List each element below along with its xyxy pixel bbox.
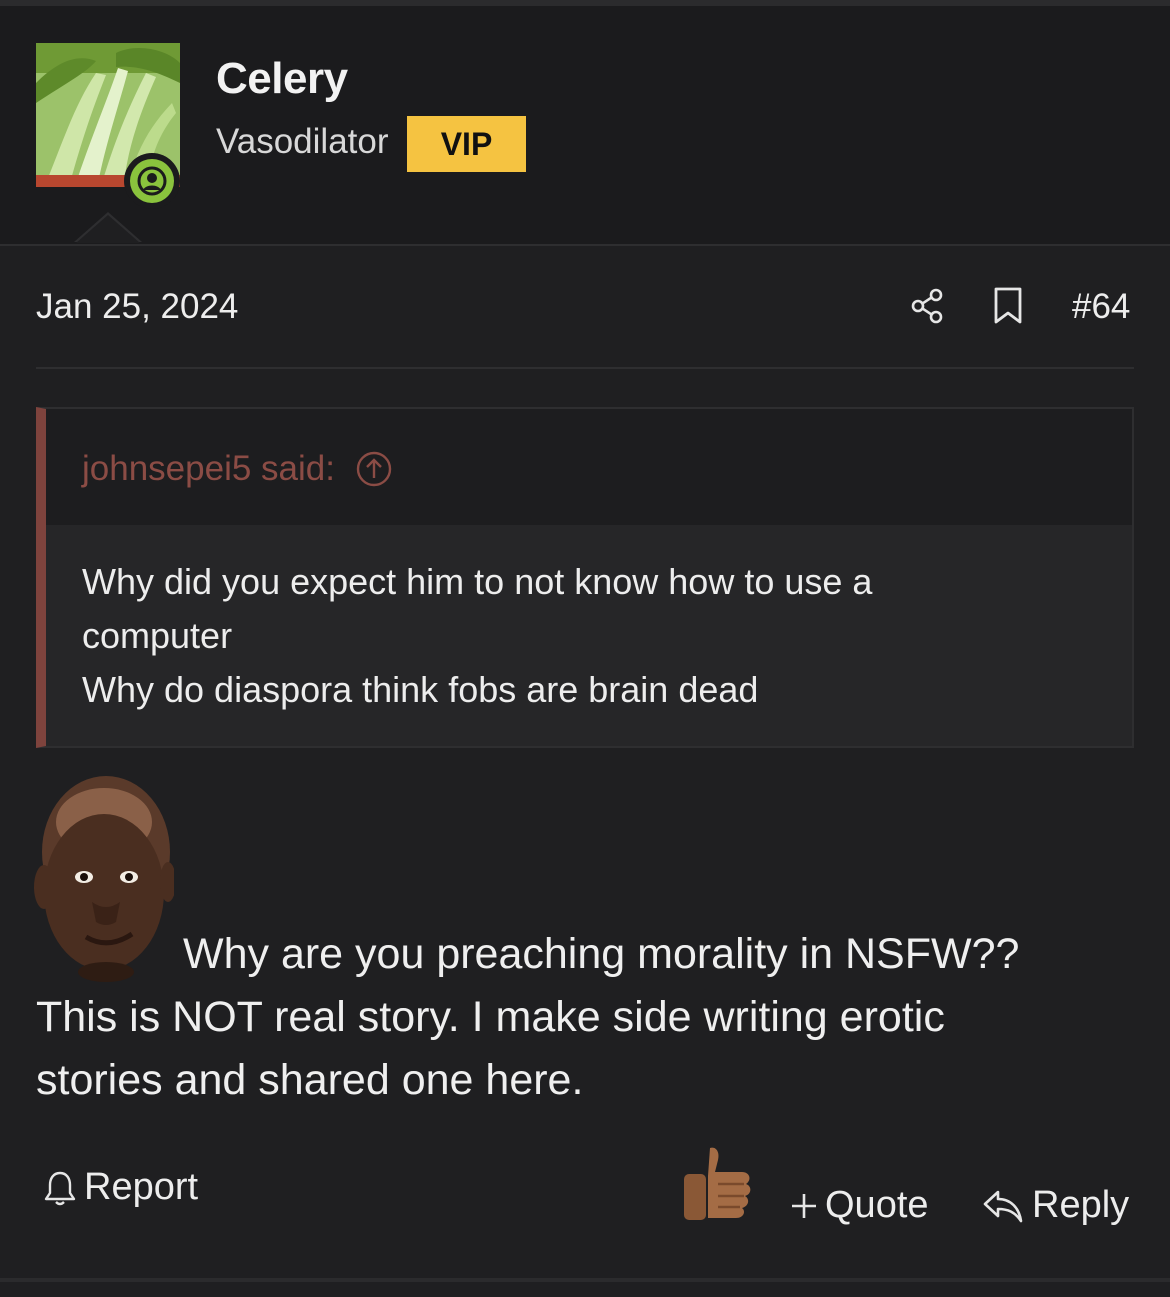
post-author-header: Celery Vasodilator VIP (0, 6, 1170, 246)
quote-author-label: johnsepei5 said: (82, 449, 335, 488)
header-pointer (74, 212, 142, 243)
username[interactable]: Celery (216, 54, 348, 104)
quote-label: Quote (825, 1184, 929, 1226)
reply-label: Reply (1032, 1184, 1130, 1226)
thumbs-up-icon[interactable] (680, 1144, 754, 1222)
quote-text-line: Why did you expect him to not know how t… (82, 561, 873, 602)
quote-text-line: computer (82, 615, 233, 656)
quote-header: johnsepei5 said: (46, 409, 1132, 525)
report-label: Report (84, 1166, 199, 1208)
quote-block: johnsepei5 said: Why did you expect him … (36, 407, 1134, 748)
post-body-line: Why are you preaching morality in NSFW?? (183, 930, 1020, 978)
quote-button[interactable]: Quote (789, 1184, 929, 1227)
post-date[interactable]: Jan 25, 2024 (36, 287, 238, 327)
divider (36, 367, 1134, 369)
online-status-badge (124, 153, 180, 209)
arrow-up-circle-icon[interactable] (355, 450, 393, 488)
online-user-icon (130, 159, 174, 203)
share-icon[interactable] (908, 286, 948, 326)
user-title: Vasodilator (216, 122, 389, 161)
post-body-line: stories and shared one here. (36, 1056, 584, 1104)
reply-arrow-icon (983, 1190, 1023, 1222)
bottom-border (0, 1278, 1170, 1282)
quote-text-line: Why do diaspora think fobs are brain dea… (82, 669, 759, 710)
vip-badge: VIP (407, 116, 526, 172)
reply-button[interactable]: Reply (982, 1184, 1129, 1227)
quote-author-link[interactable]: johnsepei5 said: (82, 449, 393, 489)
face-emoji (34, 772, 176, 982)
post-body-line: This is NOT real story. I make side writ… (36, 993, 945, 1041)
plus-icon (792, 1193, 816, 1218)
report-button[interactable]: Report (42, 1166, 198, 1209)
post-number-link[interactable]: #64 (1072, 287, 1130, 327)
bookmark-icon[interactable] (990, 286, 1026, 326)
bell-icon (44, 1171, 76, 1205)
